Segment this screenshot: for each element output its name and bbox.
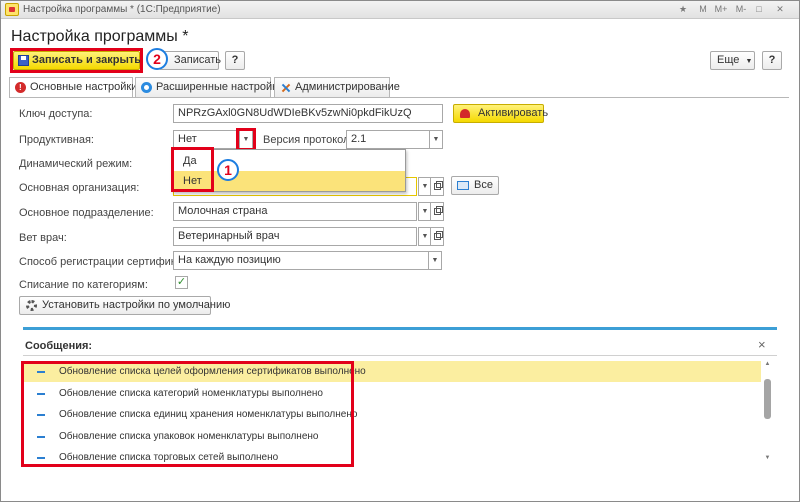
- more-label: Еще: [717, 54, 740, 66]
- dynamic-mode-label: Динамический режим:: [19, 158, 133, 170]
- messages-title: Сообщения:: [25, 340, 93, 352]
- messages-scrollbar[interactable]: ▲ ▼: [763, 361, 772, 465]
- close-icon[interactable]: ×: [758, 337, 766, 352]
- memory-icon[interactable]: M: [697, 3, 709, 16]
- tab-divider: [9, 97, 789, 98]
- annotation-box-1a: [236, 128, 256, 151]
- organization-open-icon[interactable]: [430, 177, 444, 196]
- productive-label: Продуктивная:: [19, 134, 94, 146]
- messages-accent-bar: [23, 327, 777, 330]
- scroll-down-icon[interactable]: ▼: [763, 455, 772, 461]
- organization-label: Основная организация:: [19, 182, 140, 194]
- annotation-box-messages: [21, 361, 354, 467]
- vet-open-icon[interactable]: [430, 227, 444, 246]
- app-logo-icon: [5, 3, 19, 16]
- access-key-label: Ключ доступа:: [19, 108, 93, 120]
- memory-plus-icon[interactable]: M+: [713, 3, 729, 16]
- protocol-dropdown-button[interactable]: ▼: [429, 130, 443, 149]
- memory-minus-icon[interactable]: M-: [733, 3, 749, 16]
- protocol-label: Версия протокола:: [263, 134, 359, 146]
- app-window: Настройка программы * (1С:Предприятие) ★…: [0, 0, 800, 502]
- favorite-icon[interactable]: ★: [677, 3, 689, 16]
- tab-label: Расширенные настройки: [156, 81, 284, 93]
- cert-registration-field[interactable]: На каждую позицию: [173, 251, 429, 270]
- activate-label: Активировать: [478, 107, 549, 119]
- messages-divider: [23, 355, 777, 356]
- activate-icon: [460, 109, 470, 118]
- close-window-icon[interactable]: ✕: [773, 3, 787, 16]
- more-button[interactable]: Еще ▼: [710, 51, 755, 70]
- scroll-up-icon[interactable]: ▲: [763, 361, 772, 367]
- scrollbar-thumb[interactable]: [764, 379, 771, 419]
- settings-icon: [141, 82, 152, 93]
- cert-registration-dropdown-button[interactable]: ▼: [428, 251, 442, 270]
- access-key-field[interactable]: NPRzGAxl0GN8UdWDIeBKv5zwNi0pkdFikUzQ: [173, 104, 443, 123]
- tab-label: Администрирование: [295, 81, 400, 93]
- set-defaults-button[interactable]: Установить настройки по умолчанию: [19, 296, 230, 315]
- gear-icon: [26, 300, 37, 311]
- annotation-box-2: [10, 48, 143, 73]
- vet-label: Вет врач:: [19, 232, 67, 244]
- title-bar: Настройка программы * (1С:Предприятие) ★…: [1, 1, 799, 19]
- all-label: Все: [474, 179, 493, 191]
- protocol-field[interactable]: 2.1: [346, 130, 430, 149]
- help-button[interactable]: ?: [225, 51, 245, 70]
- chevron-down-icon: ▼: [745, 58, 753, 65]
- filter-icon: [457, 181, 469, 190]
- activate-button[interactable]: Активировать: [453, 104, 548, 123]
- maximize-icon[interactable]: □: [753, 3, 765, 16]
- warning-icon: !: [15, 82, 26, 93]
- tab-main-settings[interactable]: ! Основные настройки: [9, 77, 137, 98]
- save-label: Записать: [174, 54, 222, 66]
- tab-advanced-settings[interactable]: Расширенные настройки: [135, 77, 283, 97]
- division-label: Основное подразделение:: [19, 207, 154, 219]
- page-title: Настройка программы *: [11, 28, 189, 45]
- writeoff-label: Списание по категориям:: [19, 279, 148, 291]
- annotation-box-1b: [171, 147, 214, 192]
- annotation-badge-2: 2: [146, 48, 168, 70]
- tab-label: Основные настройки: [30, 81, 138, 93]
- division-field[interactable]: Молочная страна: [173, 202, 417, 221]
- all-button[interactable]: Все: [451, 176, 499, 195]
- window-title: Настройка программы * (1С:Предприятие): [23, 4, 221, 15]
- writeoff-checkbox[interactable]: ✓: [175, 276, 188, 289]
- tab-administration[interactable]: Администрирование: [274, 77, 400, 97]
- save-button[interactable]: Записать: [159, 51, 222, 70]
- help-button-right[interactable]: ?: [762, 51, 782, 70]
- annotation-badge-1: 1: [217, 159, 239, 181]
- division-open-icon[interactable]: [430, 202, 444, 221]
- vet-field[interactable]: Ветеринарный врач: [173, 227, 417, 246]
- tools-icon: [280, 82, 291, 93]
- set-defaults-label: Установить настройки по умолчанию: [42, 299, 231, 311]
